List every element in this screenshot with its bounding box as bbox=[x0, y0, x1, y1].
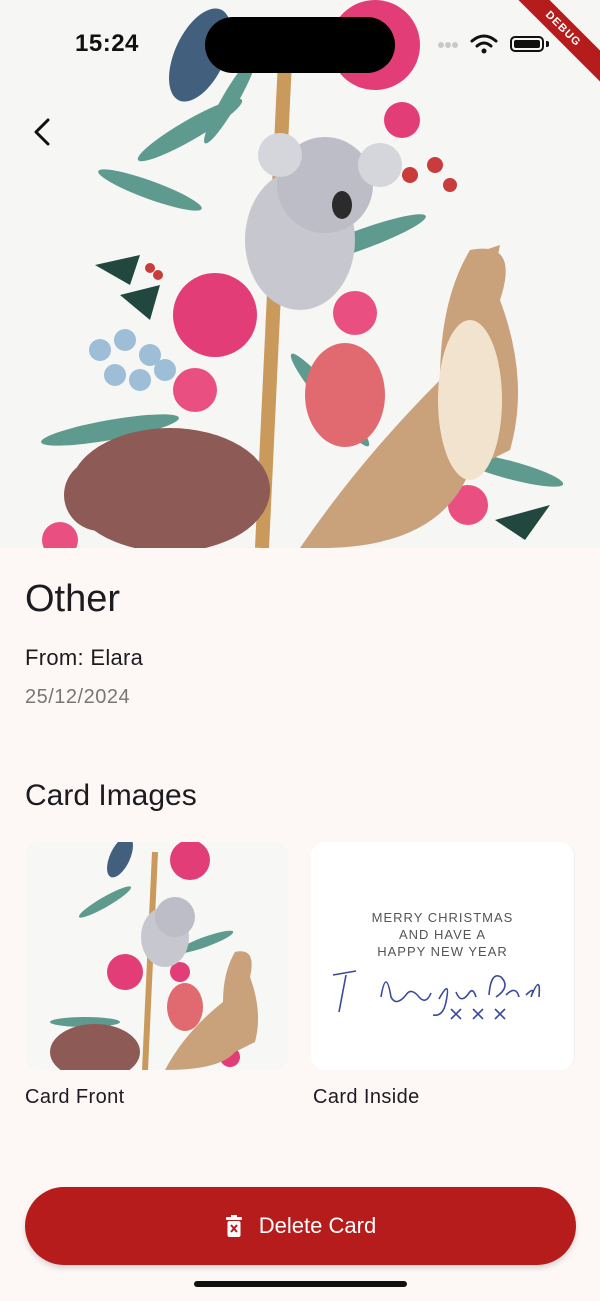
battery-nub bbox=[546, 41, 549, 47]
back-button[interactable] bbox=[22, 110, 66, 154]
card-inside-thumbnail[interactable]: MERRY CHRISTMAS AND HAVE A HAPPY NEW YEA… bbox=[311, 842, 575, 1070]
card-title: Other bbox=[25, 578, 121, 620]
delete-card-label: Delete Card bbox=[258, 1213, 377, 1238]
status-time: 15:24 bbox=[75, 30, 139, 57]
chevron-left-icon bbox=[34, 118, 50, 146]
dynamic-island bbox=[205, 17, 395, 73]
card-date: 25/12/2024 bbox=[25, 686, 131, 708]
delete-card-button[interactable]: Delete Card bbox=[25, 1187, 576, 1265]
status-bar: 15:24 bbox=[0, 0, 600, 90]
card-front-thumbnail[interactable] bbox=[25, 842, 288, 1070]
trash-icon bbox=[225, 1215, 242, 1237]
card-inside-label: Card Inside bbox=[313, 1086, 420, 1108]
home-indicator bbox=[194, 1281, 407, 1287]
card-sender: From: Elara bbox=[25, 645, 144, 670]
card-images-heading: Card Images bbox=[25, 779, 197, 812]
cellular-signal-icon bbox=[438, 42, 458, 48]
handwritten-message bbox=[332, 970, 541, 1020]
inside-printed-line-2: AND HAVE A bbox=[398, 927, 487, 942]
inside-printed-line-1: MERRY CHRISTMAS bbox=[371, 910, 514, 925]
battery-icon bbox=[510, 36, 544, 52]
card-front-label: Card Front bbox=[25, 1086, 125, 1108]
wifi-icon bbox=[470, 34, 498, 54]
